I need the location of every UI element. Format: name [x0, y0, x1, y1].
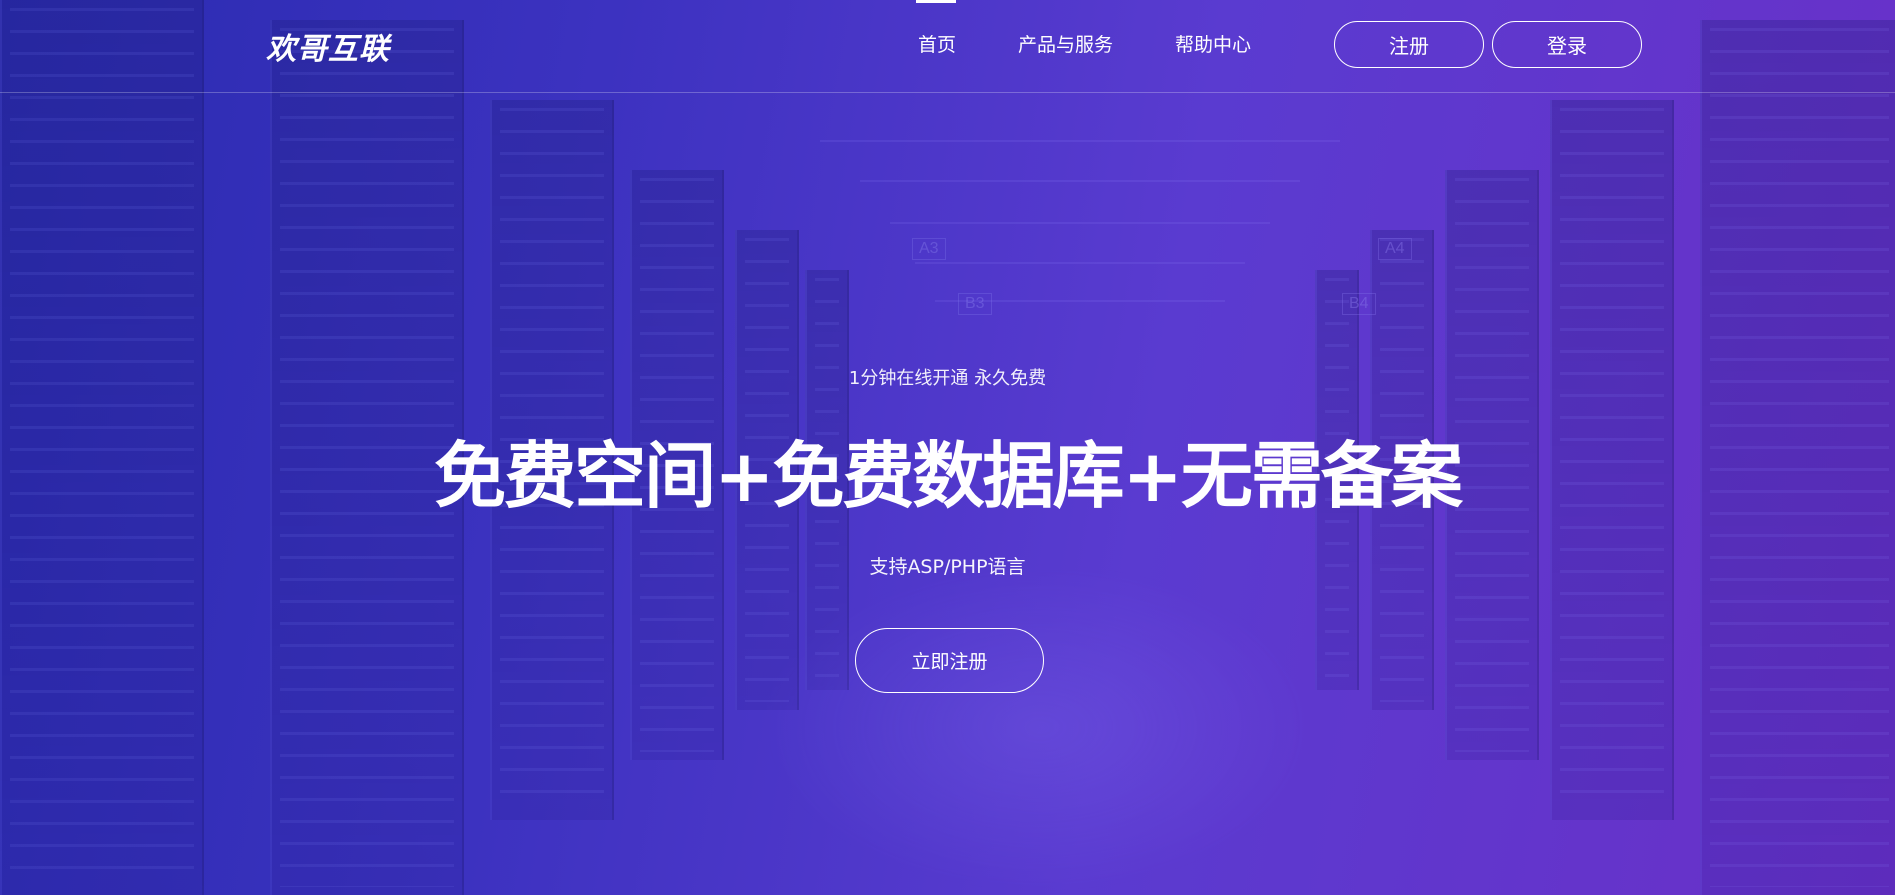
- hero-title: 免费空间+免费数据库+无需备案: [434, 434, 1463, 518]
- hero-banner: 1分钟在线开通 永久免费 免费空间+免费数据库+无需备案 支持ASP/PHP语言…: [0, 92, 1895, 895]
- hero-subtitle: 支持ASP/PHP语言: [869, 556, 1026, 578]
- register-button[interactable]: 注册: [1334, 21, 1484, 68]
- site-header: 欢哥互联 首页 产品与服务 帮助中心 注册 登录: [0, 0, 1895, 93]
- landing-page: A3 B3 A4 B4 欢哥互联 首页 产品与服务 帮助中心 注册 登录 1分钟…: [0, 0, 1895, 895]
- login-button[interactable]: 登录: [1492, 21, 1642, 68]
- site-logo[interactable]: 欢哥互联: [266, 24, 390, 68]
- main-nav: 首页 产品与服务 帮助中心: [915, 0, 1282, 57]
- nav-item-home[interactable]: 首页: [915, 0, 987, 57]
- hero-tagline: 1分钟在线开通 永久免费: [848, 368, 1047, 389]
- nav-item-help-center[interactable]: 帮助中心: [1144, 30, 1282, 57]
- register-now-button[interactable]: 立即注册: [855, 628, 1044, 693]
- nav-item-products-services[interactable]: 产品与服务: [987, 30, 1144, 57]
